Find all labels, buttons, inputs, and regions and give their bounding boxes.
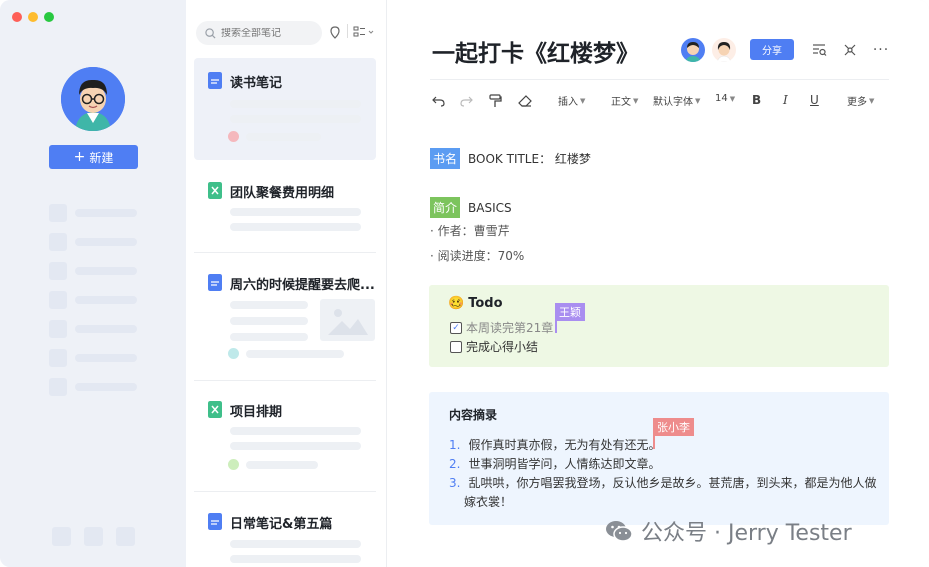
note-item-project-schedule[interactable]: 项目排期: [194, 390, 376, 482]
chevron-down-icon: ▼: [695, 96, 701, 105]
chevron-down-icon: ▼: [869, 96, 875, 105]
toolbar-divider: [347, 24, 348, 38]
intro-label: BASICS: [468, 200, 512, 215]
rail-placeholder-4[interactable]: [49, 291, 139, 309]
excerpt-item-3: 3. 乱哄哄，你方唱罢我登场，反认他乡是故乡。甚荒唐，到头来，都是为他人做: [449, 476, 877, 490]
collaborator-cursor: [555, 318, 557, 333]
maximize-window-button[interactable]: [44, 12, 54, 22]
collaborator-cursor-label: 王颖: [555, 303, 585, 321]
todo-item-2[interactable]: 完成心得小结: [450, 338, 538, 355]
todo-item-1[interactable]: ✓ 本周读完第21章: [450, 319, 553, 336]
rail-footer: [52, 527, 135, 546]
progress-bullet: · 阅读进度：70%: [430, 249, 525, 263]
sheet-file-icon: [208, 401, 222, 418]
app-window: + 新建 读书笔记: [0, 0, 929, 567]
rail-footer-button-3[interactable]: [116, 527, 135, 546]
todo-title: Todo: [468, 296, 503, 311]
window-controls: [12, 12, 54, 22]
image-thumbnail: [320, 299, 375, 341]
note-title: 团队聚餐费用明细: [230, 186, 335, 201]
search-box[interactable]: [196, 21, 322, 45]
more-options-icon[interactable]: ···: [873, 42, 889, 58]
todo-block: 🥴 Todo ✓ 本周读完第21章 王颖 完成心得小结: [429, 285, 889, 367]
pin-icon[interactable]: [329, 26, 341, 40]
search-icon: [205, 27, 216, 39]
watermark: 公众号 · Jerry Tester: [605, 515, 852, 547]
book-tag: 书名: [430, 148, 461, 169]
share-button[interactable]: 分享: [750, 39, 794, 60]
new-button-label: 新建: [89, 150, 114, 165]
rail-placeholder-7[interactable]: [49, 378, 139, 396]
excerpt-title: 内容摘录: [449, 408, 498, 422]
note-item-team-dinner[interactable]: 团队聚餐费用明细: [194, 170, 376, 252]
doc-file-icon: [208, 274, 222, 291]
rail-footer-button-2[interactable]: [84, 527, 103, 546]
sheet-file-icon: [208, 182, 222, 199]
watermark-text: 公众号 · Jerry Tester: [641, 521, 852, 546]
rail-placeholder-3[interactable]: [49, 262, 139, 280]
minimize-window-button[interactable]: [28, 12, 38, 22]
sort-list-icon[interactable]: [353, 26, 375, 38]
undo-icon[interactable]: [432, 95, 445, 107]
rail-placeholder-2[interactable]: [49, 233, 139, 251]
checkbox-checked[interactable]: ✓: [450, 321, 462, 334]
collaborator-cursor-label: 张小李: [653, 418, 694, 436]
note-item-reading[interactable]: 读书笔记: [194, 58, 376, 160]
excerpt-item-2: 2. 世事洞明皆学问，人情练达即文章。: [449, 457, 661, 471]
more-menu[interactable]: 更多 ▼: [847, 93, 875, 109]
intro-line: 简介 BASICS: [430, 197, 512, 218]
intro-tag: 简介: [430, 197, 461, 218]
note-item-saturday-reminder[interactable]: 周六的时候提醒要去爬...: [194, 262, 376, 372]
chevron-down-icon: ▼: [633, 96, 639, 105]
wechat-icon: [606, 521, 633, 542]
left-rail: + 新建: [0, 0, 186, 567]
chevron-down-icon: ▼: [729, 94, 736, 103]
book-title-text: BOOK TITLE： 红楼梦: [468, 152, 591, 166]
excerpt-item-1: 1. 假作真时真亦假，无为有处有还无。: [449, 438, 661, 452]
redo-icon[interactable]: [460, 95, 473, 107]
new-note-button[interactable]: + 新建: [49, 145, 138, 169]
doc-file-icon: [208, 513, 222, 530]
close-window-button[interactable]: [12, 12, 22, 22]
format-painter-icon[interactable]: [489, 94, 502, 108]
chevron-down-icon: ▼: [580, 96, 586, 105]
font-size-select[interactable]: 14 ▼: [715, 93, 735, 104]
rail-placeholder-6[interactable]: [49, 349, 139, 367]
search-input[interactable]: [221, 27, 311, 39]
collaborator-avatar-2[interactable]: [712, 38, 736, 62]
insert-menu[interactable]: 插入 ▼: [558, 93, 586, 109]
note-title: 周六的时候提醒要去爬...: [230, 278, 375, 293]
excerpt-block: 内容摘录 张小李 1. 假作真时真亦假，无为有处有还无。 2. 世事洞明皆学问，人情…: [429, 392, 889, 525]
editor-panel: 一起打卡《红楼梦》 分享 ··· 插入 ▼ 正文 ▼ 默认字体 ▼ 14 ▼ B I U…: [387, 0, 929, 567]
todo-header: 🥴 Todo: [448, 296, 503, 311]
mind-map-icon[interactable]: [842, 42, 858, 58]
note-title: 读书笔记: [230, 76, 283, 91]
eraser-icon[interactable]: [518, 95, 532, 107]
document-title[interactable]: 一起打卡《红楼梦》: [432, 34, 639, 68]
dizzy-face-icon: 🥴: [448, 296, 465, 311]
author-bullet: · 作者：曹雪芹: [430, 224, 510, 238]
rail-footer-button-1[interactable]: [52, 527, 71, 546]
note-title: 日常笔记&第五篇: [230, 517, 333, 532]
rail-placeholder-1[interactable]: [49, 204, 139, 222]
book-title-line: 书名 BOOK TITLE： 红楼梦: [430, 148, 591, 169]
doc-file-icon: [208, 72, 222, 89]
note-item-daily-notes[interactable]: 日常笔记&第五篇: [194, 500, 376, 567]
checkbox-unchecked[interactable]: [450, 340, 462, 353]
outline-search-icon[interactable]: [811, 42, 827, 58]
italic-button[interactable]: I: [783, 93, 788, 107]
note-list-panel: 读书笔记 团队聚餐费用明细 周六的时候提醒要去爬...: [186, 0, 387, 567]
bold-button[interactable]: B: [752, 93, 761, 107]
collaborator-avatar-1[interactable]: [681, 38, 705, 62]
font-family-select[interactable]: 默认字体 ▼: [653, 93, 701, 109]
paragraph-style-select[interactable]: 正文 ▼: [611, 93, 639, 109]
underline-button[interactable]: U: [810, 93, 819, 107]
rail-placeholder-5[interactable]: [49, 320, 139, 338]
plus-icon: +: [73, 149, 86, 165]
excerpt-item-3-cont: 嫁衣裳！: [464, 495, 513, 509]
note-title: 项目排期: [230, 405, 283, 420]
user-avatar[interactable]: [61, 67, 125, 131]
